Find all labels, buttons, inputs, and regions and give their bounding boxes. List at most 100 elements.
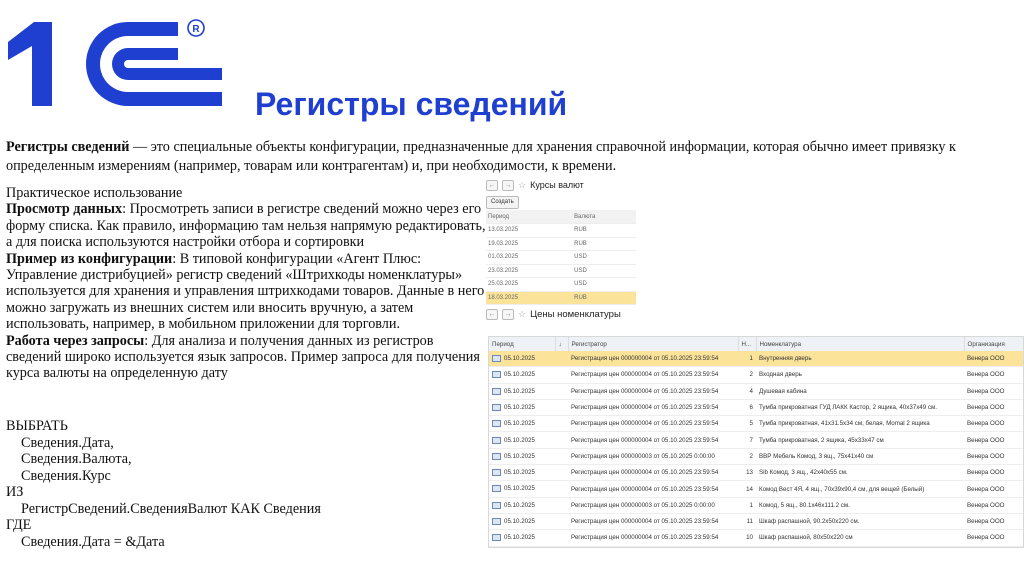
currency-cell: USD (572, 250, 636, 265)
column-header-registrar[interactable]: Регистратор (568, 337, 739, 351)
org-cell: Венера ООО (964, 513, 1023, 531)
table-row[interactable]: 05.10.2025Регистрация цен 000000004 от 0… (489, 464, 1023, 482)
registrar-cell: Регистрация цен 000000004 от 05.10.2025 … (568, 529, 738, 547)
org-cell: Венера ООО (964, 415, 1023, 433)
table-row[interactable]: 05.10.2025 Регистрация цен 000000004 от 0… (489, 366, 1023, 384)
table-row[interactable]: 05.10.2025Регистрация цен 000000004 от 0… (489, 546, 1023, 547)
table-row[interactable]: 13.03.2025 RUB (486, 223, 636, 238)
line-number-cell: 10 (738, 529, 756, 547)
table-row[interactable]: 05.10.2025Регистрация цен 000000004 от 0… (489, 529, 1023, 547)
period-cell: 05.10.2025 (489, 351, 568, 368)
forward-button[interactable]: → (502, 179, 514, 191)
org-cell: Венера ООО (964, 351, 1023, 368)
line-number-cell: 1 (738, 351, 756, 368)
table-row[interactable]: 05.10.2025Регистрация цен 000000004 от 0… (489, 431, 1023, 449)
item-cell: Внутренняя дверь (756, 351, 964, 368)
table-row[interactable]: 05.10.2025 Регистрация цен 000000004 от 0… (489, 415, 1023, 433)
code-line: Сведения.Валюта, (21, 451, 132, 467)
table-row[interactable]: 19.03.2025 RUB (486, 237, 636, 251)
code-line: Сведения.Дата, (21, 434, 114, 451)
table-row[interactable]: 23.03.2025 USD (486, 264, 636, 278)
star-icon[interactable]: ☆ (518, 180, 526, 191)
column-header[interactable]: Валюта (572, 210, 636, 224)
currency-cell: USD (572, 277, 636, 292)
period-text: 05.10.2025 (504, 534, 535, 542)
registrar-cell: Регистрация цен 000000004 от 05.10.2025 … (568, 480, 738, 498)
org-cell: Венера ООО (964, 383, 1023, 400)
registrar-cell: Регистрация цен 000000003 от 05.10.2025 … (568, 497, 738, 514)
forward-button[interactable]: → (502, 308, 514, 320)
period-cell: 13.03.2025 (486, 223, 573, 238)
view-paragraph: Просмотр данных: Просмотреть записи в ре… (6, 201, 486, 250)
period-text: 05.10.2025 (504, 371, 535, 379)
registrar-cell: Регистрация цен 000000004 от 05.10.2025 … (568, 513, 738, 531)
period-text: 05.10.2025 (504, 387, 535, 395)
item-cell: Шкаф распашной, 90.2x50x220 см. (756, 513, 964, 531)
record-icon (492, 355, 501, 363)
period-cell: 05.10.2025 (489, 513, 568, 531)
org-cell: Венера ООО (964, 497, 1023, 514)
query-code: ВЫБРАТЬ Сведения.Дата, Сведения.Валюта, … (6, 418, 321, 550)
line-number-cell: 2 (738, 366, 756, 384)
line-number-cell: 5 (738, 415, 756, 433)
back-button[interactable]: ← (486, 308, 498, 320)
registrar-cell: Регистрация цен 000000004 от 05.10.2025 … (568, 415, 738, 433)
period-cell: 25.03.2025 (486, 277, 573, 292)
period-text: 05.10.2025 (504, 501, 535, 509)
table-row[interactable]: 05.10.2025 Регистрация цен 000000004 от 0… (489, 383, 1023, 400)
period-cell: 05.10.2025 (489, 415, 568, 433)
period-cell: 05.10.2025 (489, 546, 568, 547)
column-header-period[interactable]: Период (489, 337, 556, 351)
table-row[interactable]: 18.03.2025 RUB (486, 291, 636, 305)
1c-logo: R (8, 12, 223, 112)
period-cell: 05.10.2025 (489, 383, 568, 400)
table-row[interactable]: 05.10.2025Регистрация цен 000000004 от 0… (489, 351, 1023, 368)
back-button[interactable]: ← (486, 179, 498, 191)
window-title: Курсы валют (530, 180, 584, 190)
create-button[interactable]: Создать (486, 195, 519, 209)
org-cell: Венера ООО (964, 464, 1023, 482)
sort-icon[interactable]: ↓ (555, 337, 569, 351)
prices-window-title: Цены номенклатуры (530, 308, 621, 320)
code-line: Сведения.Курс (21, 467, 111, 484)
table-row[interactable]: 05.10.2025Регистрация цен 000000004 от 0… (489, 513, 1023, 531)
item-cell: Шкаф распашной, 60x50x220 см (756, 546, 964, 547)
registrar-cell: Регистрация цен 000000004 от 05.10.2025 … (568, 399, 738, 417)
line-number-cell: 11 (738, 513, 756, 531)
item-cell: Тумба прикроватная, 2 ящика, 45x33x47 см (756, 431, 964, 449)
line-number-cell: 1 (738, 497, 756, 514)
column-header-item[interactable]: Номенклатура (756, 337, 965, 351)
star-icon[interactable]: ☆ (518, 309, 526, 320)
table-row[interactable]: 01.03.2025 USD (486, 250, 636, 265)
currency-cell: RUB (572, 291, 636, 305)
intro-paragraph: Регистры сведений — это специальные объе… (6, 138, 1018, 176)
record-icon (492, 420, 501, 428)
period-text: 05.10.2025 (504, 453, 535, 460)
view-term: Просмотр данных (6, 201, 123, 218)
example-term: Пример из конфигурации (6, 250, 173, 267)
column-header[interactable]: Период (486, 210, 573, 224)
intro-text: — это специальные объекты конфигурации, … (6, 139, 956, 174)
currency-cell: RUB (572, 223, 636, 238)
org-cell: Венера ООО (964, 529, 1023, 547)
registrar-cell: Регистрация цен 000000004 от 05.10.2025 … (568, 366, 738, 384)
record-icon (492, 485, 501, 493)
org-cell: Венера ООО (964, 546, 1023, 547)
registrar-cell: Регистрация цен 000000004 от 05.10.2025 … (568, 351, 738, 368)
column-header-org[interactable]: Организация (964, 337, 1023, 351)
intro-term: Регистры сведений (6, 139, 130, 155)
table-row[interactable]: 05.10.2025 Регистрация цен 000000003 от 0… (489, 497, 1023, 514)
table-row[interactable]: 05.10.2025Регистрация цен 000000004 от 0… (489, 399, 1023, 417)
registrar-cell: Регистрация цен 000000004 от 05.10.2025 … (568, 546, 738, 547)
table-row[interactable]: 05.10.2025Регистрация цен 000000004 от 0… (489, 480, 1023, 498)
period-text: 05.10.2025 (504, 436, 535, 444)
record-icon (492, 469, 501, 477)
svg-text:R: R (192, 24, 200, 35)
period-cell: 01.03.2025 (486, 250, 573, 265)
table-row[interactable]: 25.03.2025 USD (486, 277, 636, 292)
column-header-number[interactable]: Н... (738, 337, 757, 351)
period-text: 05.10.2025 (504, 420, 535, 428)
registrar-cell: Регистрация цен 000000004 от 05.10.2025 … (568, 383, 738, 400)
item-cell: Комод Вест 4Я, 4 ящ., 70x39x90,4 см, для… (756, 480, 964, 498)
table-row[interactable]: 05.10.2025 Регистрация цен 000000003 от 0… (489, 448, 1023, 466)
